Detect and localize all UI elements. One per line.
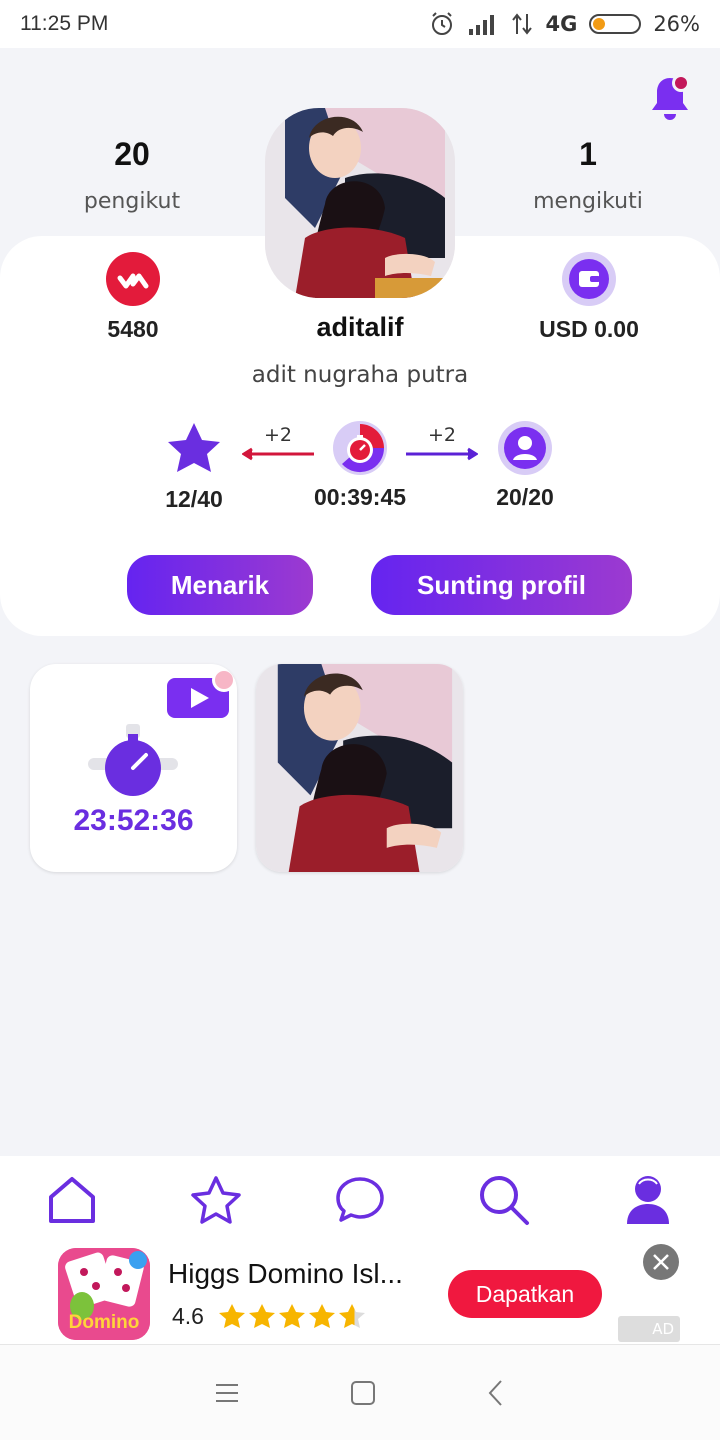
rating-star-icon xyxy=(248,1304,275,1328)
star-icon xyxy=(168,423,220,472)
menu-icon[interactable] xyxy=(214,1382,240,1404)
star-outline-icon xyxy=(191,1176,241,1224)
arrow-right-icon xyxy=(406,447,479,461)
timer-progress[interactable]: 00:39:45 xyxy=(300,420,420,511)
avatar-illustration xyxy=(265,108,455,298)
stopwatch-large-icon xyxy=(88,724,178,796)
profile-icon xyxy=(627,1176,669,1224)
bottom-nav xyxy=(0,1156,720,1244)
back-icon[interactable] xyxy=(486,1379,506,1407)
notification-bell-button[interactable] xyxy=(650,74,690,122)
followers-stat[interactable]: 20 pengikut xyxy=(52,136,212,214)
right-bonus-arrow: +2 xyxy=(406,424,479,461)
ad-rating: 4.6 xyxy=(172,1302,366,1330)
withdraw-button[interactable]: Menarik xyxy=(127,555,313,615)
data-arrows-icon xyxy=(512,13,533,35)
home-square-icon[interactable] xyxy=(350,1380,376,1406)
ad-app-icon[interactable]: Domino xyxy=(58,1248,150,1340)
signal-icon xyxy=(469,15,495,35)
ad-badge-text: AD xyxy=(652,1320,674,1338)
search-icon xyxy=(480,1176,529,1225)
nav-search[interactable] xyxy=(474,1170,534,1230)
following-stat[interactable]: 1 mengikuti xyxy=(508,136,668,214)
rating-stars xyxy=(218,1302,366,1330)
network-type: 4G xyxy=(545,12,578,36)
countdown-time: 23:52:36 xyxy=(73,804,194,837)
nav-messages[interactable] xyxy=(330,1170,390,1230)
rating-star-icon xyxy=(218,1304,245,1328)
nav-home[interactable] xyxy=(42,1170,102,1230)
nav-profile[interactable] xyxy=(618,1170,678,1230)
battery-icon xyxy=(589,14,642,34)
stopwatch-icon xyxy=(333,421,387,475)
rating-star-icon xyxy=(338,1304,365,1328)
photo-post-tile[interactable] xyxy=(256,664,463,872)
system-nav-bar xyxy=(0,1344,720,1440)
edit-profile-button[interactable]: Sunting profil xyxy=(371,555,632,615)
following-label: mengikuti xyxy=(533,189,643,214)
profile-avatar[interactable] xyxy=(265,108,455,298)
notification-dot xyxy=(672,74,690,92)
alarm-icon xyxy=(432,12,453,35)
followers-label: pengikut xyxy=(83,189,181,214)
status-bar: 11:25 PM 4G 26% xyxy=(0,0,720,48)
username: aditalif xyxy=(316,312,404,342)
friends-value: 20/20 xyxy=(496,484,554,510)
ad-rating-value: 4.6 xyxy=(172,1302,204,1329)
close-icon xyxy=(653,1254,669,1270)
rating-star-icon xyxy=(308,1304,335,1328)
ad-cta-button[interactable]: Dapatkan xyxy=(448,1270,602,1318)
rating-star-icon xyxy=(278,1304,305,1328)
status-time: 11:25 PM xyxy=(20,12,109,35)
home-icon xyxy=(49,1177,95,1223)
right-bonus: +2 xyxy=(427,424,456,446)
stars-progress[interactable]: 12/40 xyxy=(154,420,234,513)
ad-title[interactable]: Higgs Domino Isl... xyxy=(168,1258,403,1290)
post-illustration xyxy=(256,664,463,872)
new-dot xyxy=(212,668,236,692)
friends-progress[interactable]: 20/20 xyxy=(480,420,570,511)
followers-count: 20 xyxy=(114,136,150,172)
stars-value: 12/40 xyxy=(165,486,223,512)
ad-icon-text: Domino xyxy=(68,1312,140,1333)
nav-favorites[interactable] xyxy=(186,1170,246,1230)
battery-percent: 26% xyxy=(653,12,700,36)
timer-value: 00:39:45 xyxy=(313,484,407,510)
status-icons: 4G 26% xyxy=(429,11,700,37)
user-icon xyxy=(498,421,552,475)
display-name: adit nugraha putra xyxy=(251,362,469,388)
countdown-post-tile[interactable]: 23:52:36 xyxy=(30,664,237,872)
wallet-icon xyxy=(562,252,616,306)
points-icon xyxy=(106,252,160,306)
ad-close-button[interactable] xyxy=(643,1244,679,1280)
chat-icon xyxy=(336,1177,384,1222)
ad-badge: AD xyxy=(618,1316,680,1342)
following-count: 1 xyxy=(579,136,597,172)
ad-banner[interactable]: Domino Higgs Domino Isl... 4.6 Dapatkan … xyxy=(0,1244,720,1344)
